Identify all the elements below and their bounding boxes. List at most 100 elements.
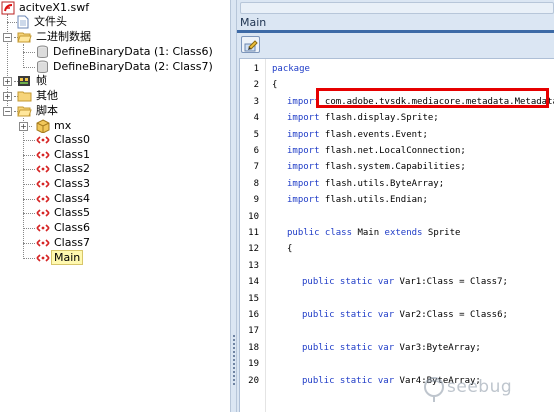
- code-line: import flash.system.Capabilities;: [287, 162, 466, 172]
- line-number: 6: [253, 146, 259, 156]
- tree-guide-line: [23, 228, 35, 229]
- tree-item-class[interactable]: Class6: [36, 220, 92, 236]
- tree-label: Class5: [54, 206, 90, 219]
- tree-guide-line: [23, 243, 35, 244]
- collapse-icon[interactable]: −: [3, 33, 12, 42]
- class-script-icon: [36, 239, 50, 247]
- watermark: seebug: [417, 372, 537, 406]
- code-keyword: public static var: [302, 277, 395, 288]
- code-keyword: import: [287, 129, 320, 140]
- line-number: 1: [253, 64, 259, 74]
- line-number: 11: [248, 228, 259, 238]
- code-text: Var1:Class = Class7;: [394, 277, 508, 288]
- code-line: public static var Var1:Class = Class7;: [302, 277, 508, 287]
- folder-icon: [17, 91, 32, 102]
- code-editor[interactable]: 1 2 3 4 5 6 7 8 9 10 11 12 13 14 15 16 17 18 19 20 package{…: [239, 58, 554, 412]
- code-text: flash.net.LocalConnection;: [319, 146, 466, 156]
- tree-label: Class3: [54, 177, 90, 190]
- code-line: {: [287, 244, 292, 254]
- binary-data-icon: [37, 45, 48, 58]
- tree-item-class[interactable]: Class7: [36, 235, 92, 251]
- tree-guide-line: [7, 22, 17, 23]
- expand-icon[interactable]: +: [19, 122, 28, 131]
- tree-label: 文件头: [34, 15, 67, 28]
- code-keyword: extends: [384, 228, 423, 238]
- code-line: import flash.display.Sprite;: [287, 113, 439, 123]
- tree-guide-line: [23, 67, 35, 68]
- collapse-icon[interactable]: −: [3, 107, 12, 116]
- line-number: 18: [248, 342, 259, 353]
- code-keyword: import: [287, 162, 320, 173]
- tree-label: 帧: [36, 74, 47, 87]
- tree-guide-line: [23, 184, 35, 185]
- code-line: package: [272, 64, 310, 74]
- line-number: 20: [248, 375, 259, 386]
- tree-item-define-binary-data-2[interactable]: DefineBinaryData (2: Class7): [36, 59, 215, 75]
- expand-icon[interactable]: +: [3, 77, 12, 86]
- tree-item-class[interactable]: Class2: [36, 161, 92, 177]
- tree-guide-line: [23, 213, 35, 214]
- splitter-grip[interactable]: [233, 335, 235, 385]
- editor-panel: Main 1 2 3 4 5 6 7 8 9 10 11 12 13 14 15 16 17 18 19 20 pac…: [237, 0, 554, 412]
- code-text: flash.utils.ByteArray;: [319, 178, 445, 189]
- frames-icon: [18, 76, 30, 86]
- binary-data-icon: [37, 60, 48, 73]
- line-number: 17: [248, 326, 259, 337]
- line-number: 9: [253, 195, 259, 206]
- code-text: Main: [352, 228, 385, 238]
- tree-label: Class0: [54, 133, 90, 146]
- tree-guide-line: [23, 199, 35, 200]
- tree-item-class[interactable]: Class0: [36, 132, 92, 148]
- tree-item-other[interactable]: 其他: [17, 88, 60, 104]
- code-line: import flash.utils.ByteArray;: [287, 179, 444, 189]
- tree-item-class[interactable]: Class5: [36, 205, 92, 221]
- tree-guide-line: [23, 140, 35, 141]
- tree-item-file-header[interactable]: 文件头: [17, 14, 69, 30]
- panel-splitter[interactable]: [230, 0, 237, 412]
- expand-icon[interactable]: +: [3, 92, 12, 101]
- tree-item-define-binary-data-1[interactable]: DefineBinaryData (1: Class6): [36, 44, 215, 60]
- tree-item-scripts[interactable]: 脚本: [17, 103, 60, 119]
- code-keyword: package: [272, 64, 310, 74]
- line-number: 15: [248, 293, 259, 304]
- code-keyword: public static var: [302, 310, 395, 320]
- tree-item-binary-data[interactable]: 二进制数据: [17, 29, 93, 45]
- tree-item-class-selected[interactable]: Main: [36, 250, 84, 266]
- class-script-icon: [36, 209, 50, 217]
- edit-script-button[interactable]: [241, 36, 260, 53]
- code-keyword: import: [287, 195, 320, 206]
- code-keyword: import: [287, 146, 320, 156]
- folder-open-icon: [17, 106, 32, 117]
- tree-guide-line: [23, 52, 35, 53]
- tree-label: DefineBinaryData (1: Class6): [53, 45, 213, 58]
- tab-main[interactable]: Main: [240, 16, 266, 29]
- code-line: import flash.net.LocalConnection;: [287, 146, 466, 156]
- pencil-icon: [244, 40, 258, 52]
- tree-label: Class2: [54, 162, 90, 175]
- seebug-logo-icon: [424, 377, 444, 402]
- code-text: Var2:Class = Class6;: [394, 310, 508, 320]
- line-number: 3: [253, 96, 259, 107]
- line-number: 8: [253, 178, 259, 189]
- tree-label: Class6: [54, 221, 90, 234]
- tree-label: 脚本: [36, 104, 58, 117]
- tree-guide-line: [23, 155, 35, 156]
- line-number: 16: [248, 310, 259, 320]
- code-text: {: [287, 244, 293, 255]
- code-text: {: [272, 80, 278, 91]
- line-number: 10: [248, 211, 259, 222]
- tree-item-class[interactable]: Class3: [36, 176, 92, 192]
- line-number: 5: [253, 129, 259, 140]
- package-icon: [36, 119, 50, 133]
- code-keyword: import: [287, 96, 320, 107]
- code-keyword: import: [287, 113, 320, 124]
- line-number: 19: [248, 359, 259, 370]
- tree-label: 其他: [36, 89, 58, 102]
- highlight-box: [316, 88, 549, 108]
- code-line: public static var Var2:Class = Class6;: [302, 310, 508, 320]
- class-script-icon: [36, 136, 50, 144]
- tree-item-frames[interactable]: 帧: [17, 73, 49, 89]
- tree-guide-line: [23, 44, 24, 68]
- tree-guide-line: [23, 258, 35, 259]
- class-script-icon: [36, 151, 50, 159]
